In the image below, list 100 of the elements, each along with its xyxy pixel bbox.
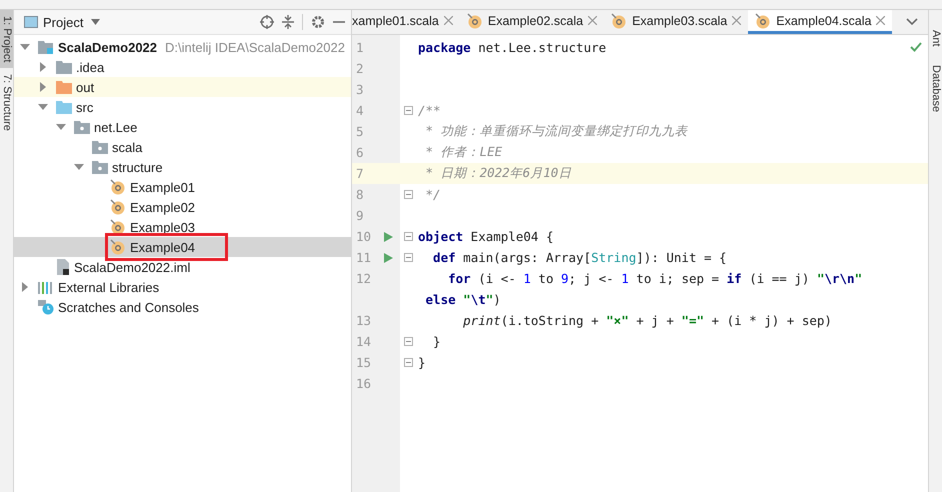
code-line: else "\t") — [424, 292, 501, 307]
scratches-icon — [38, 299, 54, 315]
tree-item[interactable]: External Libraries — [14, 277, 351, 297]
object-icon — [110, 179, 126, 195]
tab-label: Example04.scala — [776, 14, 872, 28]
run-icon[interactable] — [384, 232, 393, 242]
panel-title[interactable]: Project — [43, 14, 84, 30]
tree-item-label: Example01 — [130, 180, 196, 194]
libraries-icon — [38, 280, 54, 294]
code-line: */ — [424, 187, 441, 202]
folder-icon — [56, 80, 72, 94]
tree-item-label: Scratches and Consoles — [58, 300, 199, 314]
chevron-down-icon[interactable] — [906, 18, 918, 26]
expand-arrow-icon[interactable] — [38, 102, 48, 112]
settings-icon[interactable] — [311, 15, 325, 29]
tree-item-label: .idea — [76, 60, 104, 74]
tree-item[interactable]: out — [14, 77, 351, 97]
code-line: } — [418, 355, 426, 370]
tree-item-label: ScalaDemo2022 — [58, 40, 158, 54]
expand-arrow-icon[interactable] — [20, 42, 30, 52]
line-number: 3 — [355, 82, 365, 97]
object-icon — [110, 199, 126, 215]
tree-item-label: Example03 — [130, 220, 196, 234]
tool-window-tab[interactable]: Database — [929, 64, 942, 112]
tab-label: Example03.scala — [632, 14, 728, 28]
code-line: object Example04 { — [418, 229, 554, 244]
expand-arrow-icon[interactable] — [20, 282, 30, 292]
expand-arrow-icon[interactable] — [74, 162, 84, 172]
close-icon[interactable] — [444, 16, 453, 25]
code-line: def main(args: Array[String]): Unit = { — [432, 250, 727, 265]
fold-icon[interactable] — [404, 232, 412, 241]
tree-item[interactable]: .idea — [14, 57, 351, 77]
expand-arrow-icon[interactable] — [38, 62, 48, 72]
code-line: /** — [418, 103, 441, 118]
code-line: * 作者：LEE — [424, 144, 502, 161]
close-icon[interactable] — [588, 16, 598, 25]
tool-window-tab[interactable]: 7: Structure — [0, 68, 13, 138]
tree-item[interactable]: Example03 — [14, 217, 351, 237]
close-icon[interactable] — [876, 16, 886, 25]
line-number: 15 — [355, 355, 372, 370]
collapse-icon[interactable] — [282, 15, 294, 29]
tree-item[interactable]: scala — [14, 137, 351, 157]
tree-item-label: scala — [112, 140, 142, 154]
package-icon — [74, 120, 90, 134]
object-icon — [110, 239, 126, 255]
tool-window-tab[interactable]: Ant — [929, 30, 942, 47]
caret-icon[interactable] — [91, 19, 100, 25]
fold-icon[interactable] — [404, 337, 412, 346]
tree-item[interactable]: src — [14, 97, 351, 117]
tree-item-label: structure — [112, 160, 163, 174]
tree-item-label: Example04 — [130, 240, 196, 254]
object-icon — [110, 219, 126, 235]
tool-window-tab[interactable]: 1: Project — [0, 10, 13, 68]
tree-item[interactable]: net.Lee — [14, 117, 351, 137]
tree-item[interactable]: Example02 — [14, 197, 351, 217]
code-line: } — [432, 334, 441, 349]
tree-item[interactable]: structure — [14, 157, 351, 177]
close-icon[interactable] — [732, 16, 742, 25]
line-number: 10 — [355, 229, 372, 244]
fold-icon[interactable] — [404, 190, 412, 199]
package-icon — [92, 140, 108, 154]
fold-icon[interactable] — [404, 358, 412, 367]
tree-item[interactable]: Example01 — [14, 177, 351, 197]
tab-label: Example02.scala — [488, 14, 584, 28]
tab-label: xample01.scala — [352, 14, 439, 28]
editor-tab[interactable]: Example02.scala — [460, 10, 604, 34]
module-path: D:\intelij IDEA\ScalaDemo2022 — [165, 40, 345, 54]
file-icon — [56, 259, 70, 275]
line-number: 6 — [355, 145, 365, 160]
folder-icon — [56, 60, 72, 74]
locate-icon[interactable] — [260, 15, 274, 29]
editor-tab[interactable]: Example04.scala — [748, 10, 892, 34]
module-folder-icon — [38, 40, 54, 54]
tree-item-label: out — [76, 80, 94, 94]
line-number: 12 — [355, 271, 372, 286]
tree-item[interactable]: ScalaDemo2022.iml — [14, 257, 351, 277]
tree-item-label: External Libraries — [58, 280, 160, 294]
package-icon — [92, 160, 108, 174]
line-number: 13 — [355, 313, 372, 328]
line-number: 11 — [355, 250, 372, 265]
line-number: 4 — [355, 103, 365, 118]
expand-arrow-icon[interactable] — [38, 82, 48, 92]
tree-item-label: net.Lee — [94, 120, 138, 134]
expand-arrow-icon[interactable] — [56, 122, 66, 132]
code-line: * 日期：2022年6月10日 — [424, 165, 572, 182]
tree-item[interactable]: Scratches and Consoles — [14, 297, 351, 317]
code-line: * 功能：单重循环与流间变量绑定打印九九表 — [424, 123, 688, 140]
run-icon[interactable] — [384, 252, 393, 262]
editor-tab[interactable]: Example03.scala — [604, 10, 748, 34]
line-number: 9 — [355, 208, 365, 223]
tree-item[interactable]: ScalaDemo2022 D:\intelij IDEA\ScalaDemo2022 — [14, 37, 351, 57]
tree-item-label: Example02 — [130, 200, 196, 214]
fold-icon[interactable] — [404, 106, 412, 115]
fold-icon[interactable] — [404, 253, 412, 262]
line-number: 16 — [355, 376, 372, 391]
line-number: 8 — [355, 187, 365, 202]
tree-item-label: ScalaDemo2022.iml — [74, 260, 190, 274]
code-line: package net.Lee.structure — [418, 40, 606, 55]
editor-tab[interactable]: xample01.scala — [352, 10, 460, 34]
tree-item-label: src — [76, 100, 94, 114]
